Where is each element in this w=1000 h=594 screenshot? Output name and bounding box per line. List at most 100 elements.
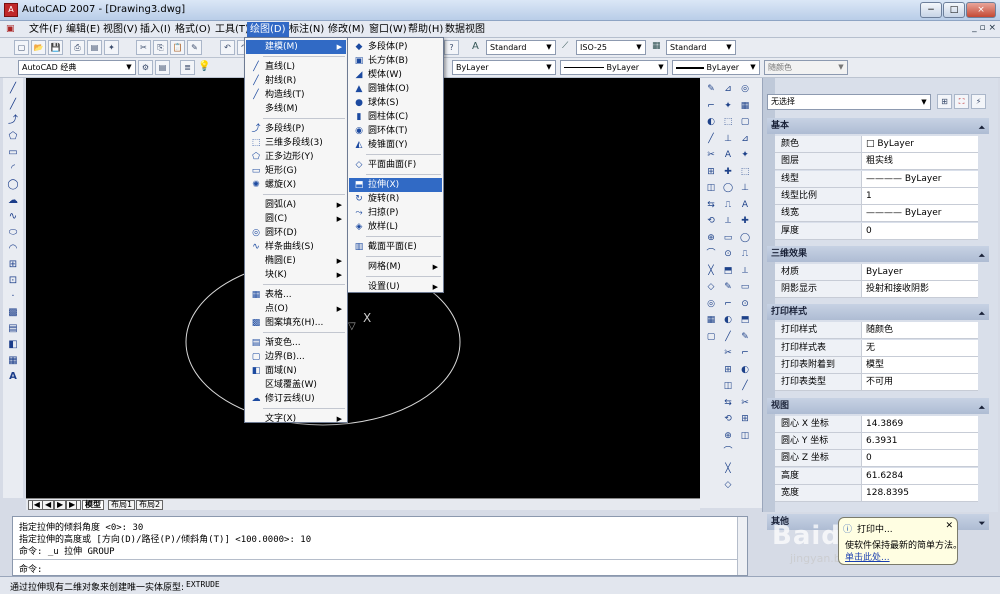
property-row[interactable]: 打印样式 随颜色 [775, 322, 978, 340]
palette-titlebar[interactable] [763, 78, 775, 512]
toolbar-tool-icon[interactable]: ▭ [738, 280, 752, 294]
toolbar-tool-icon[interactable]: ⊞ [721, 363, 735, 377]
menu-item[interactable]: ▥ 截面平面(E) [349, 240, 442, 254]
selection-combo[interactable]: 无选择 ▼ [767, 94, 931, 110]
toolbar-tool-icon[interactable]: ╳ [704, 264, 718, 278]
menu-item[interactable]: ◢ 楔体(W) [349, 68, 442, 82]
tab-layout1[interactable]: 布局1 [108, 500, 136, 510]
collapse-icon[interactable]: ⏶ [979, 306, 985, 322]
revcloud-tool-icon[interactable]: ☁ [6, 194, 20, 208]
property-value[interactable]: 61.6284 [861, 467, 978, 484]
property-row[interactable]: 圆心 X 坐标 14.3869 [775, 415, 978, 433]
property-value[interactable]: □ ByLayer [861, 136, 978, 152]
toggle-pickadd-icon[interactable]: ⊞ [937, 94, 952, 109]
toolbar-tool-icon[interactable]: ▦ [738, 99, 752, 113]
menu-item[interactable]: ╱ 构造线(T) [246, 88, 346, 102]
workspace-combo[interactable]: AutoCAD 经典 ▼ [18, 60, 136, 75]
menu-item[interactable]: ▭ 矩形(G) [246, 164, 346, 178]
help-icon[interactable]: ? [444, 40, 459, 55]
polyline-tool-icon[interactable]: ⤴ [6, 114, 20, 128]
toolbar-tool-icon[interactable]: ◫ [704, 181, 718, 195]
toolbar-tool-icon[interactable]: ⊕ [721, 429, 735, 443]
menu-item[interactable]: 点(O) ▶ [246, 302, 346, 316]
property-section-header[interactable]: 打印样式 ⏶ [767, 304, 989, 322]
toolbar-tool-icon[interactable]: ✦ [738, 148, 752, 162]
toolbar-tool-icon[interactable]: ⊿ [721, 82, 735, 96]
menu-item[interactable]: 设置(U) ▶ [349, 280, 442, 294]
menu-item[interactable]: ╱ 直线(L) [246, 60, 346, 74]
menu-item[interactable]: 文件(F) [26, 22, 66, 37]
close-button[interactable]: × [966, 2, 996, 18]
property-row[interactable]: 高度 61.6284 [775, 467, 978, 485]
toolbar-tool-icon[interactable]: ◐ [704, 115, 718, 129]
menu-item[interactable]: 椭圆(E) ▶ [246, 254, 346, 268]
menu-item[interactable]: 编辑(E) [63, 22, 103, 37]
copy-icon[interactable]: ⎘ [153, 40, 168, 55]
toolbar-tool-icon[interactable]: ⎍ [721, 198, 735, 212]
undo-icon[interactable]: ↶ [220, 40, 235, 55]
menu-item[interactable]: ▩ 图案填充(H)... [246, 316, 346, 330]
property-row[interactable]: 线型 ———— ByLayer [775, 170, 978, 188]
menu-item[interactable]: ╱ 射线(R) [246, 74, 346, 88]
paste-icon[interactable]: 📋 [170, 40, 185, 55]
menu-item[interactable]: 插入(I) [137, 22, 174, 37]
menu-item[interactable]: 格式(O) [172, 22, 214, 37]
doc-icon[interactable]: ▣ [6, 24, 15, 34]
menu-item[interactable]: 文字(X) ▶ [246, 412, 346, 426]
workspace-settings-icon[interactable]: ⚙ [138, 60, 153, 75]
toolbar-tool-icon[interactable]: ◫ [738, 429, 752, 443]
toolbar-tool-icon[interactable]: ⌐ [704, 99, 718, 113]
toolbar-tool-icon[interactable]: ✂ [721, 346, 735, 360]
toolbar-tool-icon[interactable]: ╱ [721, 330, 735, 344]
toolbar-tool-icon[interactable]: ✎ [738, 330, 752, 344]
autocad-app-icon[interactable]: A [4, 3, 18, 17]
toolbar-tool-icon[interactable]: ✂ [738, 396, 752, 410]
toolbar-tool-icon[interactable]: ◇ [704, 280, 718, 294]
toolbar-tool-icon[interactable]: ╳ [721, 462, 735, 476]
cut-icon[interactable]: ✂ [136, 40, 151, 55]
property-value[interactable]: 1 [861, 187, 978, 204]
menu-item[interactable]: 圆弧(A) ▶ [246, 198, 346, 212]
property-row[interactable]: 打印表附着到 模型 [775, 357, 978, 374]
property-row[interactable]: 材质 ByLayer [775, 263, 978, 281]
mtext-tool-icon[interactable]: A [6, 370, 20, 384]
menu-item[interactable]: 块(K) ▶ [246, 268, 346, 282]
menu-item[interactable]: ◆ 多段体(P) [349, 40, 442, 54]
circle-tool-icon[interactable]: ◯ [6, 178, 20, 192]
property-section-header[interactable]: 视图 ⏶ [767, 397, 989, 414]
menu-item[interactable]: ◇ 平面曲面(F) [349, 158, 442, 172]
toolbar-tool-icon[interactable]: ◫ [721, 379, 735, 393]
menu-item[interactable]: ⤳ 扫掠(P) [349, 206, 442, 220]
print-icon[interactable]: ⎙ [70, 40, 85, 55]
toolbar-tool-icon[interactable]: ⟂ [721, 214, 735, 228]
toolbar-tool-icon[interactable]: ◐ [721, 313, 735, 327]
toolbar-tool-icon[interactable]: ◯ [738, 231, 752, 245]
toolbar-tool-icon[interactable]: ⬒ [738, 313, 752, 327]
command-window[interactable]: 指定拉伸的倾斜角度 <0>: 30 指定拉伸的高度或 [方向(D)/路径(P)/… [12, 516, 748, 576]
property-value[interactable]: 无 [861, 339, 978, 356]
menu-item[interactable]: ⬚ 三维多段线(3) [246, 136, 346, 150]
menu-item[interactable]: ▲ 圆锥体(O) [349, 82, 442, 96]
make-block-icon[interactable]: ⊡ [6, 274, 20, 288]
line-tool-icon[interactable]: ╱ [6, 82, 20, 96]
property-row[interactable]: 图层 粗实线 [775, 153, 978, 171]
property-value[interactable]: 0 [861, 450, 978, 467]
property-row[interactable]: 阴影显示 投射和接收阴影 [775, 281, 978, 299]
collapse-icon[interactable]: ⏶ [979, 120, 985, 136]
property-row[interactable]: 圆心 Z 坐标 0 [775, 450, 978, 468]
collapse-icon[interactable]: ⏶ [979, 248, 985, 264]
polygon-tool-icon[interactable]: ⬠ [6, 130, 20, 144]
toolbar-tool-icon[interactable]: ◎ [704, 297, 718, 311]
toolbar-tool-icon[interactable]: ⟲ [721, 412, 735, 426]
toolbar-tool-icon[interactable]: ⊕ [704, 231, 718, 245]
toolbar-tool-icon[interactable]: A [738, 198, 752, 212]
save-icon[interactable]: 💾 [48, 40, 63, 55]
property-row[interactable]: 打印表类型 不可用 [775, 374, 978, 392]
property-section-header[interactable]: 基本 ⏶ [767, 118, 989, 134]
toolbar-tool-icon[interactable]: ⊥ [738, 181, 752, 195]
menu-item[interactable]: ☁ 修订云线(U) [246, 392, 346, 406]
property-row[interactable]: 圆心 Y 坐标 6.3931 [775, 432, 978, 450]
property-value[interactable]: ———— ByLayer [861, 205, 978, 222]
toolbar-tool-icon[interactable]: ◎ [738, 82, 752, 96]
toolbar-tool-icon[interactable]: ⌐ [738, 346, 752, 360]
